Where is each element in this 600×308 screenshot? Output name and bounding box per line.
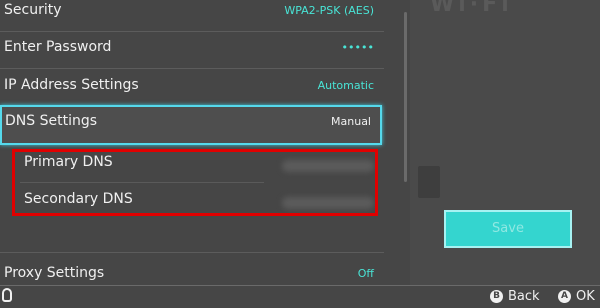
- security-value: WPA2-PSK (AES): [284, 4, 374, 17]
- ip-settings-value: Automatic: [317, 79, 374, 92]
- back-label: Back: [508, 289, 540, 304]
- save-button[interactable]: Save: [444, 210, 572, 248]
- divider: [0, 252, 384, 253]
- proxy-settings-value: Off: [357, 267, 374, 280]
- settings-list: Security WPA2-PSK (AES) Enter Password •…: [0, 0, 400, 285]
- panel-thumbnail: [418, 166, 440, 198]
- hand-icon: [2, 288, 12, 302]
- proxy-settings-row[interactable]: Proxy Settings Off: [0, 257, 384, 285]
- ip-settings-label: IP Address Settings: [4, 77, 139, 93]
- primary-dns-row[interactable]: Primary DNS: [0, 146, 384, 184]
- primary-dns-label: Primary DNS: [24, 154, 113, 170]
- a-button-icon: A: [558, 290, 571, 303]
- password-label: Enter Password: [4, 39, 112, 55]
- right-panel: Wi·Fi Save: [410, 0, 600, 285]
- ip-settings-row[interactable]: IP Address Settings Automatic: [0, 69, 384, 106]
- security-row[interactable]: Security WPA2-PSK (AES): [0, 0, 384, 31]
- password-value: •••••: [341, 41, 374, 54]
- ok-label: OK: [576, 289, 595, 304]
- ok-button[interactable]: A OK: [558, 289, 595, 304]
- dns-settings-value: Manual: [331, 115, 371, 128]
- proxy-settings-label: Proxy Settings: [4, 265, 105, 281]
- secondary-dns-label: Secondary DNS: [24, 191, 133, 207]
- password-row[interactable]: Enter Password •••••: [0, 31, 384, 68]
- secondary-dns-row[interactable]: Secondary DNS: [0, 183, 384, 221]
- back-button[interactable]: B Back: [490, 289, 540, 304]
- footer-bar: B Back A OK: [0, 285, 600, 308]
- scrollbar[interactable]: [404, 12, 407, 182]
- primary-dns-value-blurred: [282, 160, 374, 172]
- secondary-dns-value-blurred: [282, 197, 374, 209]
- watermark-logo: Wi·Fi: [430, 0, 513, 17]
- dns-settings-row[interactable]: DNS Settings Manual: [0, 105, 382, 145]
- dns-settings-label: DNS Settings: [5, 113, 98, 129]
- security-label: Security: [4, 2, 62, 18]
- b-button-icon: B: [490, 290, 503, 303]
